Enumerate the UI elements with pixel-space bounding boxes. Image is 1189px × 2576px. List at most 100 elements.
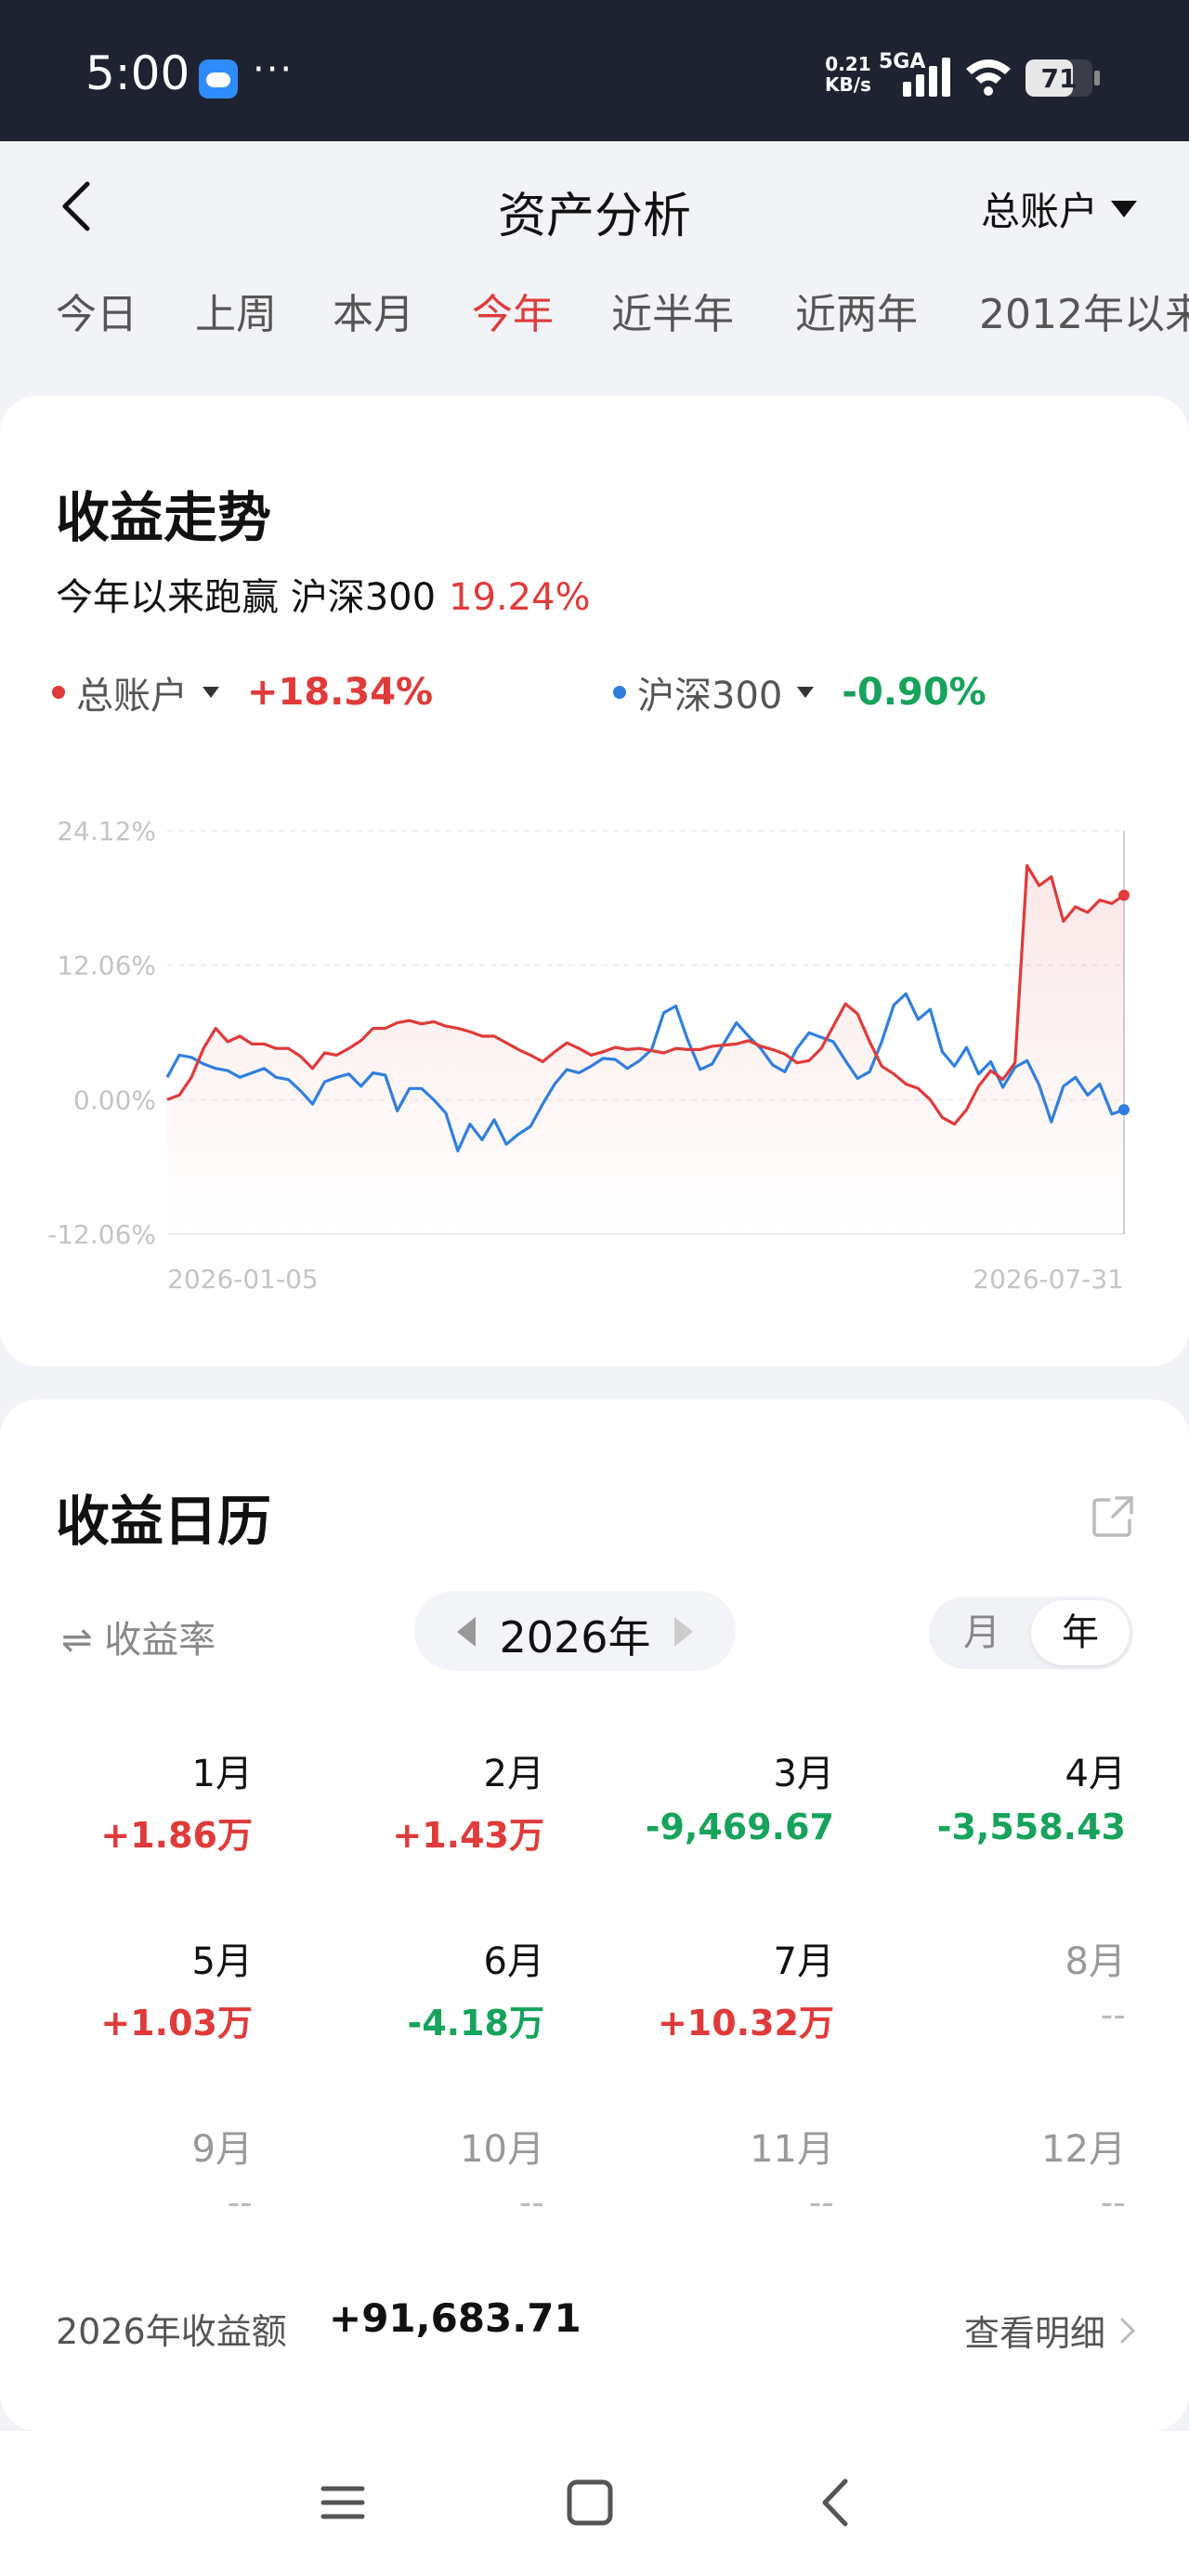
end-point-account xyxy=(1118,889,1130,901)
beat-benchmark-line: 今年以来跑赢 沪深300 19.24% xyxy=(56,567,591,621)
battery-level: 71 xyxy=(1040,63,1078,94)
y-tick-label: 0.00% xyxy=(73,1084,156,1115)
battery-tip xyxy=(1094,71,1100,85)
month-return-value: -9,469.67 xyxy=(645,1807,834,1847)
legend-dropdown-icon xyxy=(797,687,815,698)
month-return-value: -- xyxy=(227,2182,253,2223)
month-label: 3月 xyxy=(773,1753,834,1795)
month-label: 8月 xyxy=(1065,1940,1126,1983)
month-return-value: +1.86万 xyxy=(100,1815,253,1856)
month-cell[interactable]: 5月 +1.03万 xyxy=(11,1931,253,2045)
month-cell[interactable]: 12月 -- xyxy=(884,2119,1126,2223)
month-cell[interactable]: 2月 +1.43万 xyxy=(303,1743,544,1858)
account-selector[interactable]: 总账户 xyxy=(981,180,1137,237)
metric-toggle[interactable]: ⇌ 收益率 xyxy=(61,1610,216,1663)
home-icon[interactable] xyxy=(557,2470,622,2535)
beat-benchmark-text: 今年以来跑赢 沪深300 xyxy=(56,576,437,619)
beat-benchmark-pct: 19.24% xyxy=(449,576,591,619)
month-grid: 1月 +1.86万 2月 +1.43万 3月 -9,469.67 4月 -3,558.43 5月… xyxy=(0,1743,1189,2338)
year-total-row: 2026年收益额 +91,683.71 查看明细 xyxy=(56,2292,1137,2357)
menu-icon[interactable] xyxy=(310,2470,375,2535)
weather-icon xyxy=(199,59,238,99)
account-selector-label: 总账户 xyxy=(980,189,1098,234)
legend-name-benchmark: 沪深300 xyxy=(637,675,783,717)
trend-title: 收益走势 xyxy=(56,486,272,549)
month-return-value: +1.43万 xyxy=(392,1815,544,1856)
month-cell[interactable]: 11月 -- xyxy=(593,2119,834,2223)
share-icon[interactable] xyxy=(1089,1492,1137,1541)
month-cell[interactable]: 3月 -9,469.67 xyxy=(593,1743,834,1847)
month-label: 2月 xyxy=(483,1753,544,1795)
month-cell[interactable]: 9月 -- xyxy=(11,2119,253,2223)
month-return-value: +1.03万 xyxy=(100,2003,253,2044)
y-tick-label: 24.12% xyxy=(57,816,156,847)
tab-two-years[interactable]: 近两年 xyxy=(795,281,918,340)
tab-since-2012[interactable]: 2012年以来 xyxy=(979,281,1189,340)
legend-name-account: 总账户 xyxy=(76,675,188,717)
month-return-value: -- xyxy=(518,2182,544,2223)
legend-dot-benchmark xyxy=(613,686,626,699)
return-trend-card: 收益走势 今年以来跑赢 沪深300 19.24% 总账户 +18.34% 沪深30… xyxy=(0,396,1189,1366)
y-tick-label: -12.06% xyxy=(47,1219,156,1250)
y-tick-label: 12.06% xyxy=(57,951,156,981)
signal-icon xyxy=(903,58,950,97)
segment-year[interactable]: 年 xyxy=(1031,1600,1130,1665)
more-notifications-icon: ··· xyxy=(253,48,294,91)
network-speed: 0.21 KB/s xyxy=(825,54,871,95)
month-cell[interactable]: 8月 -- xyxy=(884,1931,1126,2035)
network-speed-unit: KB/s xyxy=(825,73,871,96)
month-cell[interactable]: 7月 +10.32万 xyxy=(593,1931,834,2045)
app-header: 资产分析 总账户 xyxy=(0,141,1189,271)
period-tabs: 今日 上周 本月 今年 近半年 近两年 2012年以来 xyxy=(0,271,1189,355)
month-label: 11月 xyxy=(750,2128,834,2171)
tab-last-week[interactable]: 上周 xyxy=(195,281,277,340)
status-time: 5:00 xyxy=(85,46,190,100)
return-calendar-card: 收益日历 ⇌ 收益率 2026年 月 年 1月 +1.86万 2月 +1.43万 3月 -… xyxy=(0,1400,1189,2431)
network-speed-value: 0.21 xyxy=(825,53,871,75)
legend-item-account[interactable]: 总账户 +18.34% xyxy=(52,665,433,719)
month-cell[interactable]: 4月 -3,558.43 xyxy=(884,1743,1126,1847)
month-label: 7月 xyxy=(773,1940,834,1983)
month-return-value: -- xyxy=(1100,1994,1126,2035)
month-cell[interactable]: 6月 -4.18万 xyxy=(303,1931,544,2045)
x-tick-label: 2026-07-31 xyxy=(973,1264,1124,1295)
tab-this-year[interactable]: 今年 xyxy=(472,281,554,340)
legend-item-benchmark[interactable]: 沪深300 -0.90% xyxy=(613,665,986,719)
tab-this-month[interactable]: 本月 xyxy=(333,281,414,340)
tab-half-year[interactable]: 近半年 xyxy=(611,281,734,340)
x-tick-label: 2026-01-05 xyxy=(167,1264,319,1295)
segment-month[interactable]: 月 xyxy=(933,1600,1031,1665)
legend-dropdown-icon xyxy=(203,687,219,698)
month-label: 4月 xyxy=(1065,1753,1126,1795)
month-cell[interactable]: 1月 +1.86万 xyxy=(11,1743,253,1858)
month-label: 6月 xyxy=(483,1940,544,1983)
month-return-value: -- xyxy=(808,2182,834,2223)
month-label: 1月 xyxy=(191,1753,253,1795)
year-total-label: 2026年收益额 xyxy=(56,2311,287,2352)
wifi-icon xyxy=(966,59,1011,96)
system-nav-bar xyxy=(0,2431,1189,2576)
calendar-title: 收益日历 xyxy=(56,1490,272,1553)
year-total-value: +91,683.71 xyxy=(329,2295,581,2341)
period-segment: 月 年 xyxy=(929,1597,1133,1669)
month-label: 5月 xyxy=(191,1940,253,1983)
view-detail-label: 查看明细 xyxy=(963,2313,1105,2354)
tab-today[interactable]: 今日 xyxy=(56,281,137,340)
month-label: 12月 xyxy=(1041,2128,1126,2171)
month-label: 9月 xyxy=(191,2128,253,2171)
legend-value-benchmark: -0.90% xyxy=(842,671,986,714)
status-bar: 5:00 ··· 0.21 KB/s 5GA 71 xyxy=(0,0,1189,141)
next-year-icon[interactable] xyxy=(674,1617,693,1647)
chart-legend: 总账户 +18.34% 沪深300 -0.90% xyxy=(52,665,1139,721)
return-trend-chart[interactable]: 24.12% 12.06% 0.00% -12.06% 2026-01-05 2026-… xyxy=(0,768,1189,1325)
end-point-benchmark xyxy=(1118,1104,1130,1116)
month-return-value: -4.18万 xyxy=(407,2003,544,2044)
view-detail-link[interactable]: 查看明细 xyxy=(964,2305,1137,2356)
dropdown-arrow-icon xyxy=(1111,200,1137,217)
back-nav-icon[interactable] xyxy=(804,2470,869,2535)
month-return-value: -3,558.43 xyxy=(936,1807,1126,1847)
legend-dot-account xyxy=(52,686,65,699)
battery-icon: 71 xyxy=(1026,59,1092,97)
month-label: 10月 xyxy=(460,2128,544,2171)
month-cell[interactable]: 10月 -- xyxy=(303,2119,544,2223)
